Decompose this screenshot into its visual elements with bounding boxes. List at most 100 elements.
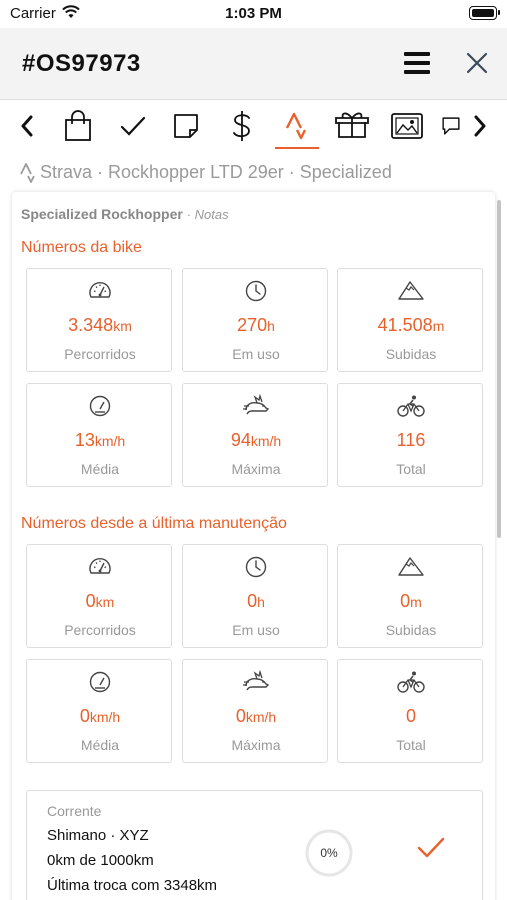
component-model: Shimano · XYZ [47, 827, 149, 844]
stat-unit: km/h [94, 433, 126, 449]
stat-number: 0 [247, 591, 258, 611]
speedometer-icon [27, 555, 173, 579]
close-button[interactable] [462, 48, 492, 78]
stat-value: 0km [27, 591, 173, 612]
stat-unit: m [432, 318, 445, 334]
breadcrumb-text: Strava · Rockhopper LTD 29er · Specializ… [40, 162, 392, 182]
component-item[interactable]: Corrente Shimano · XYZ 0km de 1000km Últ… [26, 790, 483, 900]
stat-value: 3.348km [27, 315, 173, 336]
tab-bar [0, 100, 507, 152]
bike-stats-card: Specialized Rockhopper · Notas Números d… [12, 192, 495, 900]
stat-number: 270 [237, 315, 268, 335]
stat-label: Subidas [385, 622, 437, 638]
stat-tile-total: 0 Total [337, 659, 483, 763]
stat-value: 0 [338, 706, 484, 727]
stat-unit: h [257, 594, 265, 610]
tab-bag[interactable] [58, 106, 98, 146]
cyclist-icon [338, 670, 484, 694]
stat-tile-m-xima: 0km/h Máxima [182, 659, 328, 763]
box-icon [335, 112, 369, 138]
stat-unit: m [410, 594, 422, 610]
stat-label: Em uso [232, 346, 280, 362]
stat-unit: km/h [245, 709, 277, 725]
gauge-icon [27, 394, 173, 418]
tab-checklist[interactable] [113, 106, 153, 146]
stat-value: 270h [183, 315, 329, 336]
stat-unit: h [267, 318, 275, 334]
stat-value: 13km/h [27, 430, 173, 451]
clock-icon [183, 279, 329, 303]
stat-number: 0 [85, 591, 96, 611]
stat-unit: km/h [250, 433, 282, 449]
tab-strava[interactable] [273, 106, 321, 149]
tab-parts[interactable] [332, 106, 372, 146]
stat-label: Subidas [385, 346, 437, 362]
stat-value: 0km/h [183, 706, 329, 727]
stat-label: Em uso [232, 622, 280, 638]
stat-label: Percorridos [64, 346, 136, 362]
speedometer-icon [27, 279, 173, 303]
stat-tile-subidas: 41.508m Subidas [337, 268, 483, 372]
stat-label: Máxima [231, 461, 281, 477]
status-bar: Carrier 1:03 PM [0, 0, 507, 28]
maintenance-numbers-title: Números desde a última manutenção [21, 515, 287, 532]
stat-tile-percorridos: 0km Percorridos [26, 544, 172, 648]
comment-icon [442, 117, 460, 135]
cyclist-icon [338, 394, 484, 418]
stat-value: 94km/h [183, 430, 329, 451]
tab-comments[interactable] [440, 106, 462, 146]
component-last-change: Última troca com 3348km [47, 877, 218, 894]
stat-number: 0 [79, 706, 90, 726]
strava-icon [20, 162, 35, 183]
tab-photos[interactable] [387, 106, 427, 146]
gauge-icon [27, 670, 173, 694]
strava-icon [285, 112, 307, 140]
wear-percent-label: 0% [320, 846, 338, 860]
stat-tile-total: 116 Total [337, 383, 483, 487]
stat-tile-em-uso: 270h Em uso [182, 268, 328, 372]
stat-number: 0 [405, 706, 416, 726]
stat-label: Média [80, 737, 120, 753]
stat-label: Máxima [231, 737, 281, 753]
component-usage: 0km de 1000km [47, 852, 154, 869]
note-icon [174, 114, 198, 138]
stat-number: 41.508 [377, 315, 433, 335]
scrollbar[interactable] [497, 200, 501, 538]
tab-money[interactable] [222, 106, 262, 146]
stat-label: Percorridos [64, 622, 136, 638]
component-name: Corrente [47, 803, 102, 819]
bike-name-row: Specialized Rockhopper · Notas [21, 206, 229, 222]
stat-tile-subidas: 0m Subidas [337, 544, 483, 648]
rabbit-icon [183, 394, 329, 418]
stat-value: 116 [338, 430, 484, 451]
stat-unit: km/h [89, 709, 121, 725]
chevron-right-icon [474, 115, 486, 137]
close-icon [466, 52, 488, 74]
page-title: #OS97973 [22, 50, 141, 77]
stat-unit: km [95, 594, 115, 610]
stat-number: 3.348 [68, 315, 114, 335]
stat-number: 0 [400, 591, 411, 611]
mountain-icon [338, 555, 484, 579]
stat-tile-em-uso: 0h Em uso [182, 544, 328, 648]
tab-prev[interactable] [12, 106, 42, 146]
menu-button[interactable] [400, 50, 434, 78]
dollar-icon [233, 111, 250, 141]
check-icon [120, 116, 146, 136]
notes-link[interactable]: · Notas [187, 207, 229, 222]
stat-tile-m-dia: 13km/h Média [26, 383, 172, 487]
bike-numbers-title: Números da bike [21, 239, 142, 256]
stat-tile-percorridos: 3.348km Percorridos [26, 268, 172, 372]
rabbit-icon [183, 670, 329, 694]
stat-value: 0m [338, 591, 484, 612]
tab-next[interactable] [468, 106, 492, 146]
stat-number: 94 [230, 430, 251, 450]
stat-number: 116 [396, 430, 426, 450]
check-icon[interactable] [417, 837, 445, 859]
stat-tile-m-xima: 94km/h Máxima [182, 383, 328, 487]
breadcrumb: Strava · Rockhopper LTD 29er · Specializ… [20, 162, 392, 183]
tab-notes[interactable] [166, 106, 206, 146]
clock-time: 1:03 PM [225, 5, 282, 22]
bike-name: Specialized Rockhopper [21, 206, 183, 222]
stat-number: 0 [235, 706, 246, 726]
